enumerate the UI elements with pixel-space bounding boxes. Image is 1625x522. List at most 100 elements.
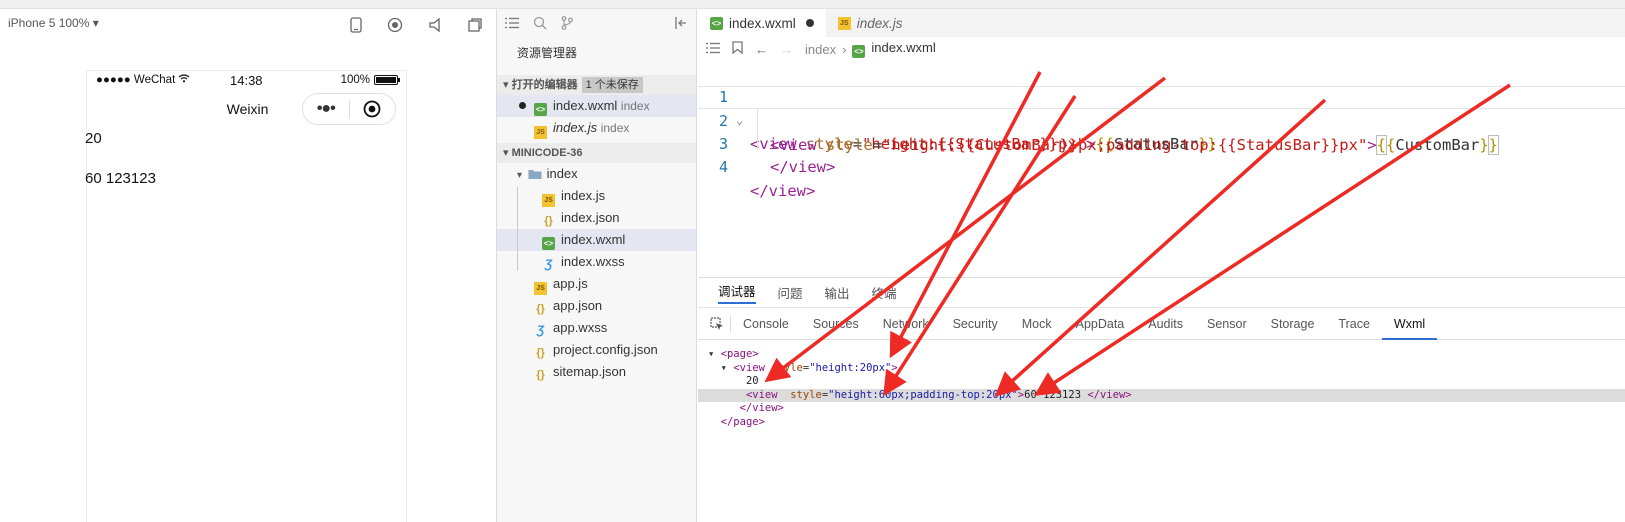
- folder-row[interactable]: ▾ index: [497, 163, 696, 185]
- open-editor-item[interactable]: JS index.js index: [497, 117, 696, 139]
- file-row[interactable]: <> index.wxml: [497, 229, 696, 251]
- volume-icon[interactable]: [426, 16, 444, 34]
- list-icon[interactable]: [706, 42, 720, 57]
- tab-audits[interactable]: Audits: [1136, 308, 1195, 340]
- explorer-title: 资源管理器: [517, 46, 578, 60]
- wxml-node-view-selected[interactable]: <view style="height:60px;padding-top:20p…: [698, 388, 1625, 402]
- tab-network[interactable]: Network: [871, 308, 941, 340]
- indent-guide: [757, 108, 758, 150]
- wxss-file-icon: Ʒ: [544, 257, 553, 271]
- search-icon[interactable]: [533, 16, 547, 33]
- js-file-icon: JS: [534, 126, 547, 139]
- tab-problems[interactable]: 问题: [778, 283, 803, 302]
- file-row[interactable]: {} project.config.json: [497, 339, 696, 361]
- file-row[interactable]: JS index.js: [497, 185, 696, 207]
- file-row[interactable]: Ʒapp.wxss: [497, 317, 696, 339]
- more-icon[interactable]: •●•: [303, 100, 349, 118]
- line-number: 4: [718, 158, 728, 176]
- breadcrumb-file[interactable]: <> index.wxml: [852, 40, 936, 58]
- open-editors-header[interactable]: ▾ 打开的编辑器 1 个未保存: [497, 75, 696, 95]
- battery-icon: [374, 75, 400, 85]
- code-line-3: 3 </view>: [698, 109, 1625, 177]
- simulator-panel: iPhone 5 100% ▾ ●●●●● WeChat 14:38 100% …: [0, 9, 497, 522]
- tab-sensor[interactable]: Sensor: [1195, 308, 1259, 340]
- file-row[interactable]: Ʒindex.wxss: [497, 251, 696, 273]
- wxml-file-icon: <>: [852, 45, 866, 58]
- explorer-panel: 资源管理器 ▾ 打开的编辑器 1 个未保存 <> index.wxml index …: [497, 9, 697, 522]
- code-line-4: 4 </view>: [698, 133, 1625, 200]
- tab-wxml[interactable]: Wxml: [1381, 308, 1438, 340]
- carrier-label: ●●●●● WeChat: [96, 74, 190, 86]
- code-lines[interactable]: 1 ⌄ <view style="height:{{StatusBar}}px"…: [698, 62, 1625, 200]
- js-file-icon: JS: [542, 194, 555, 207]
- tab-appdata[interactable]: AppData: [1064, 308, 1137, 340]
- wxss-file-icon: Ʒ: [536, 323, 545, 337]
- tab-sources[interactable]: Sources: [801, 308, 871, 340]
- device-select[interactable]: iPhone 5 100% ▾: [8, 16, 99, 30]
- breadcrumb-folder[interactable]: index: [805, 42, 836, 57]
- page-text-line-2: 60 123123: [85, 170, 156, 187]
- phone-icon[interactable]: [347, 16, 365, 34]
- tab-mock[interactable]: Mock: [1010, 308, 1064, 340]
- wxml-node-view[interactable]: ▾ <view style="height:20px">: [708, 362, 1625, 376]
- open-editor-item[interactable]: <> index.wxml index: [497, 95, 696, 117]
- battery-percent: 100%: [340, 74, 370, 86]
- back-arrow-icon[interactable]: ←: [755, 42, 768, 57]
- list-icon[interactable]: [505, 17, 519, 32]
- file-row[interactable]: {} sitemap.json: [497, 361, 696, 383]
- tab-index-js[interactable]: JS index.js: [826, 9, 915, 37]
- breadcrumb: ← → index › <> index.wxml: [698, 37, 1625, 61]
- phone-status-bar: ●●●●● WeChat 14:38 100%: [87, 71, 406, 89]
- unsaved-badge: 1 个未保存: [581, 77, 643, 93]
- file-row[interactable]: {} app.json: [497, 295, 696, 317]
- phone-screen: ●●●●● WeChat 14:38 100% Weixin •●•: [86, 70, 407, 522]
- phone-navbar: Weixin •●•: [87, 89, 406, 125]
- tab-debugger[interactable]: 调试器: [718, 281, 756, 304]
- collapse-panel-icon[interactable]: [674, 16, 688, 33]
- editor-tabs: <> index.wxml JS index.js: [698, 9, 1625, 37]
- tree-indent-guide: [517, 187, 518, 271]
- bookmark-icon[interactable]: [732, 41, 743, 57]
- explorer-toolbar: [497, 9, 696, 39]
- inspect-element-icon[interactable]: [706, 314, 731, 333]
- folder-icon: [528, 168, 542, 181]
- caret-down-icon: ▾: [708, 348, 721, 360]
- tab-trace[interactable]: Trace: [1326, 308, 1382, 340]
- wxml-close-view: </view>: [739, 402, 784, 414]
- branch-icon[interactable]: [561, 15, 573, 33]
- project-header[interactable]: ▾ MINICODE-36: [497, 143, 696, 163]
- tab-index-wxml[interactable]: <> index.wxml: [698, 9, 826, 37]
- code-line-1: 1 ⌄ <view style="height:{{StatusBar}}px"…: [698, 62, 1625, 153]
- json-file-icon: {}: [544, 215, 553, 227]
- wxml-file-icon: <>: [710, 16, 723, 30]
- code-text: </view>: [770, 158, 836, 176]
- wxml-tree: ▾ <page> ▾ <view style="height:20px"> 20…: [698, 348, 1625, 429]
- code-line-2: 2 <view style="height:{{CustomBar}}px;pa…: [698, 85, 1625, 155]
- status-time: 14:38: [230, 73, 263, 88]
- caret-down-icon: ▾: [503, 79, 512, 91]
- tab-security[interactable]: Security: [941, 308, 1010, 340]
- menu-capsule[interactable]: •●•: [302, 93, 396, 125]
- tab-output[interactable]: 输出: [825, 283, 850, 302]
- caret-down-icon: ▾: [720, 361, 734, 374]
- close-miniprogram-icon[interactable]: [349, 100, 395, 118]
- wxml-close-page: </page>: [720, 415, 765, 428]
- code-text: </view>: [750, 181, 816, 200]
- json-file-icon: {}: [536, 369, 545, 381]
- top-menubar: [0, 0, 1625, 9]
- file-row[interactable]: {} index.json: [497, 207, 696, 229]
- record-icon[interactable]: [386, 16, 404, 34]
- simulator-toolbar: iPhone 5 100% ▾: [0, 9, 497, 39]
- battery-indicator: 100%: [340, 74, 400, 86]
- wxml-text-node[interactable]: 20: [708, 375, 1625, 389]
- tab-console[interactable]: Console: [731, 308, 801, 340]
- window-icon[interactable]: [466, 16, 484, 34]
- tab-storage[interactable]: Storage: [1259, 308, 1327, 340]
- tab-terminal[interactable]: 终端: [872, 283, 897, 302]
- file-row[interactable]: JS app.js: [497, 273, 696, 295]
- caret-down-icon: ▾: [517, 170, 528, 181]
- js-file-icon: JS: [837, 16, 851, 30]
- forward-arrow-icon[interactable]: →: [780, 42, 793, 57]
- wxml-node-page[interactable]: ▾ <page>: [708, 348, 1625, 362]
- unsaved-dot-icon: [519, 102, 526, 109]
